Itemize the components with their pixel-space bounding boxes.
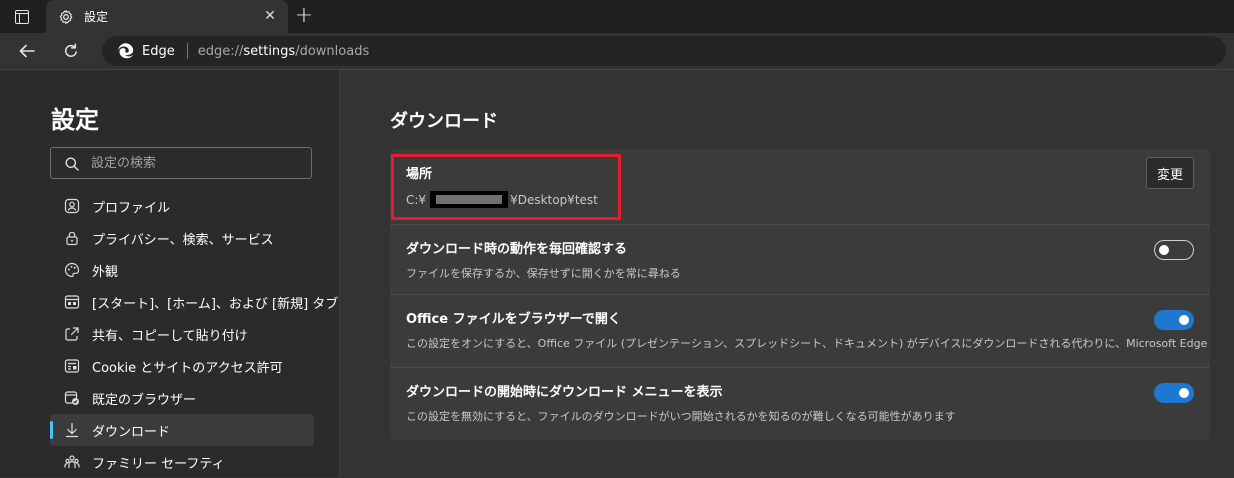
tab-strip: 設定 ✕ +	[0, 0, 1234, 33]
open-office-title: Office ファイルをブラウザーで開く	[406, 312, 621, 327]
sidebar-item-privacy[interactable]: プライバシー、検索、サービス	[50, 222, 314, 254]
ask-each-time-row: ダウンロード時の動作を毎回確認する ファイルを保存するか、保存せずに開くかを常に…	[390, 224, 1210, 295]
profile-icon	[64, 198, 80, 214]
lock-icon	[64, 230, 80, 246]
settings-sidebar: 設定 プロファイル プライバシー、検索、サービス 外観 [スタート]、[ホーム]…	[0, 70, 340, 477]
address-separator	[186, 43, 188, 59]
open-office-toggle[interactable]	[1154, 310, 1194, 330]
palette-icon	[64, 262, 80, 278]
open-office-description: この設定をオンにすると、Office ファイル (プレゼンテーション、スプレッド…	[406, 337, 1210, 350]
edge-logo-icon	[117, 42, 135, 60]
home-grid-icon	[64, 294, 80, 310]
toolbar: Edge edge://settings/downloads	[0, 33, 1234, 70]
ask-each-time-title: ダウンロード時の動作を毎回確認する	[406, 242, 628, 257]
sidebar-item-label: プロファイル	[92, 200, 171, 216]
back-button[interactable]	[14, 39, 40, 63]
show-download-menu-toggle[interactable]	[1154, 383, 1194, 403]
ask-each-time-toggle[interactable]	[1154, 240, 1194, 260]
address-bar[interactable]: Edge edge://settings/downloads	[102, 36, 1226, 66]
tab-actions-icon	[15, 10, 29, 24]
open-office-row: Office ファイルをブラウザーで開く この設定をオンにすると、Office …	[390, 294, 1210, 368]
sidebar-item-label: ダウンロード	[92, 424, 171, 440]
sidebar-item-cookies-permissions[interactable]: Cookie とサイトのアクセス許可	[50, 350, 314, 382]
site-label: Edge	[142, 43, 175, 59]
toggle-knob	[1179, 315, 1189, 325]
close-icon[interactable]: ✕	[262, 8, 278, 24]
sidebar-item-appearance[interactable]: 外観	[50, 254, 314, 286]
show-download-menu-row: ダウンロードの開始時にダウンロード メニューを表示 この設定を無効にすると、ファ…	[390, 367, 1210, 440]
search-icon	[65, 156, 79, 171]
sidebar-item-family-safety[interactable]: ファミリー セーフティ	[50, 446, 314, 478]
show-download-menu-description: この設定を無効にすると、ファイルのダウンロードがいつ開始されるかを知るのが難しく…	[406, 410, 956, 423]
sidebar-item-label: ファミリー セーフティ	[92, 456, 225, 472]
sidebar-item-label: 共有、コピーして貼り付け	[92, 328, 248, 344]
sidebar-item-downloads[interactable]: ダウンロード	[50, 414, 314, 446]
search-input[interactable]	[89, 154, 293, 172]
sidebar-item-label: Cookie とサイトのアクセス許可	[92, 360, 283, 376]
url-text: edge://settings/downloads	[197, 43, 370, 59]
default-browser-icon	[64, 390, 80, 406]
tab-actions-button[interactable]	[10, 7, 34, 27]
family-icon	[64, 454, 80, 470]
highlight-box	[391, 154, 621, 220]
sidebar-item-label: 外観	[92, 264, 119, 280]
toggle-knob	[1179, 388, 1189, 398]
tab-title: 設定	[84, 10, 109, 24]
refresh-button[interactable]	[58, 39, 84, 63]
sidebar-title: 設定	[51, 106, 99, 134]
new-tab-button[interactable]: +	[292, 5, 316, 27]
settings-nav: プロファイル プライバシー、検索、サービス 外観 [スタート]、[ホーム]、およ…	[50, 190, 338, 478]
toggle-knob	[1159, 245, 1169, 255]
show-download-menu-title: ダウンロードの開始時にダウンロード メニューを表示	[406, 385, 723, 400]
sidebar-item-default-browser[interactable]: 既定のブラウザー	[50, 382, 314, 414]
share-icon	[64, 326, 80, 342]
sidebar-item-label: [スタート]、[ホーム]、および [新規] タブ	[92, 296, 339, 312]
sidebar-item-profile[interactable]: プロファイル	[50, 190, 314, 222]
back-arrow-icon	[19, 44, 35, 58]
site-permissions-icon	[64, 358, 80, 374]
sidebar-item-start-home-newtab[interactable]: [スタート]、[ホーム]、および [新規] タブ	[50, 286, 338, 318]
download-icon	[64, 422, 80, 438]
page-title: ダウンロード	[390, 111, 498, 132]
refresh-icon	[64, 43, 77, 57]
ask-each-time-description: ファイルを保存するか、保存せずに開くかを常に尋ねる	[406, 267, 681, 280]
change-location-button[interactable]: 変更	[1146, 157, 1194, 189]
settings-main: ダウンロード 場所 C:¥ ¥Desktop¥test 変更 ダウンロード時の動…	[340, 70, 1234, 477]
search-box[interactable]	[50, 147, 312, 179]
sidebar-item-label: プライバシー、検索、サービス	[92, 232, 274, 248]
gear-icon	[58, 9, 74, 25]
tab-settings[interactable]: 設定 ✕	[46, 0, 288, 33]
sidebar-item-label: 既定のブラウザー	[92, 392, 197, 408]
sidebar-item-share-copy-paste[interactable]: 共有、コピーして貼り付け	[50, 318, 314, 350]
